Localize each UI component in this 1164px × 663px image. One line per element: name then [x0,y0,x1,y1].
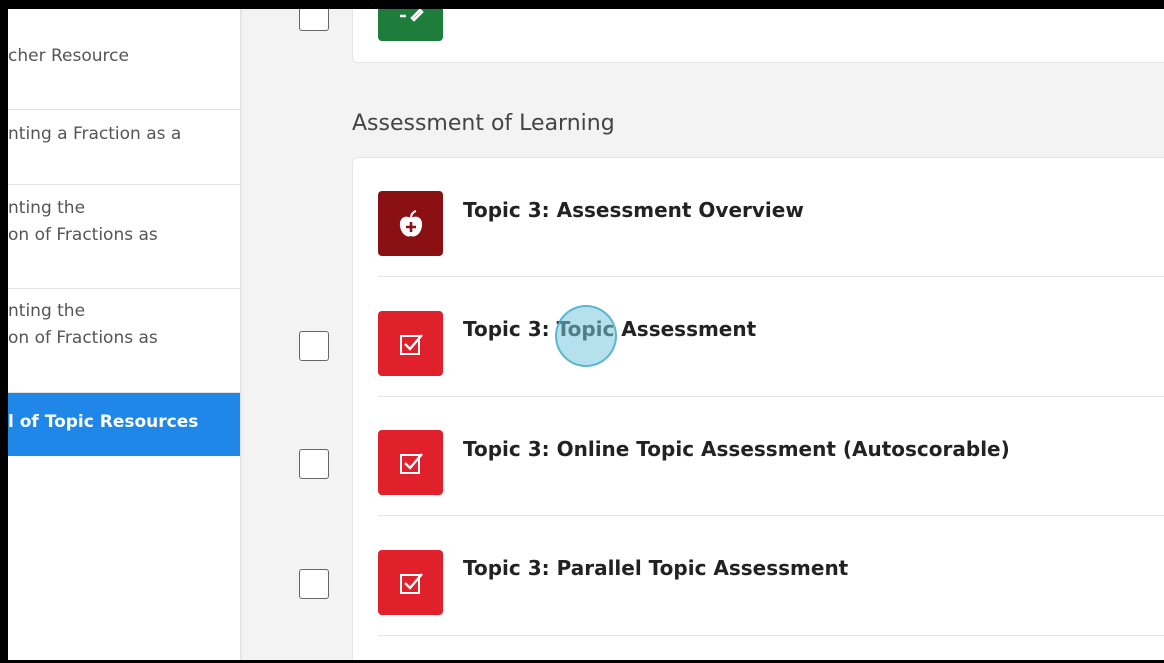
sidebar-item-label: nting the on of Fractions as [8,198,158,245]
divider [378,396,1164,397]
row-checkbox[interactable] [299,449,329,479]
sidebar-item-label: cher Resource [8,46,129,66]
assessment-tile[interactable] [378,550,443,615]
edit-icon [399,9,424,22]
checklist-icon [399,572,423,594]
sidebar-item-fractions-2[interactable]: nting the on of Fractions as [8,289,240,393]
sidebar-item-label: l of Topic Resources [8,412,199,432]
divider [378,276,1164,277]
sidebar-item-fractions-1[interactable]: nting the on of Fractions as [8,185,240,289]
assessment-card [352,157,1164,660]
sidebar-item-label: nting a Fraction as a [8,124,182,144]
sidebar: cher Resource nting a Fraction as a ntin… [8,9,241,660]
sidebar-item-topic-resources[interactable]: l of Topic Resources [8,393,240,456]
click-indicator [555,305,617,367]
divider [378,515,1164,516]
sidebar-item-fraction[interactable]: nting a Fraction as a [8,110,240,185]
apple-icon [399,209,422,237]
row-title[interactable]: Topic 3: Assessment Overview [463,198,804,222]
app-window: cher Resource nting a Fraction as a ntin… [8,9,1164,660]
sidebar-item-label: nting the on of Fractions as [8,301,158,348]
row-checkbox[interactable] [299,9,329,31]
row-checkbox[interactable] [299,569,329,599]
checklist-icon [399,333,423,355]
assessment-overview-tile[interactable] [378,191,443,256]
divider [378,635,1164,636]
row-checkbox[interactable] [299,331,329,361]
sidebar-item-teacher-resource[interactable]: cher Resource [8,9,240,110]
assessment-tile[interactable] [378,311,443,376]
checklist-icon [399,452,423,474]
section-title: Assessment of Learning [352,111,615,136]
row-title[interactable]: Topic 3: Parallel Topic Assessment [463,556,848,580]
row-title[interactable]: Topic 3: Online Topic Assessment (Autosc… [463,437,1010,461]
assessment-tile[interactable] [378,430,443,495]
resource-tile[interactable] [378,9,443,41]
resource-card [352,9,1164,63]
